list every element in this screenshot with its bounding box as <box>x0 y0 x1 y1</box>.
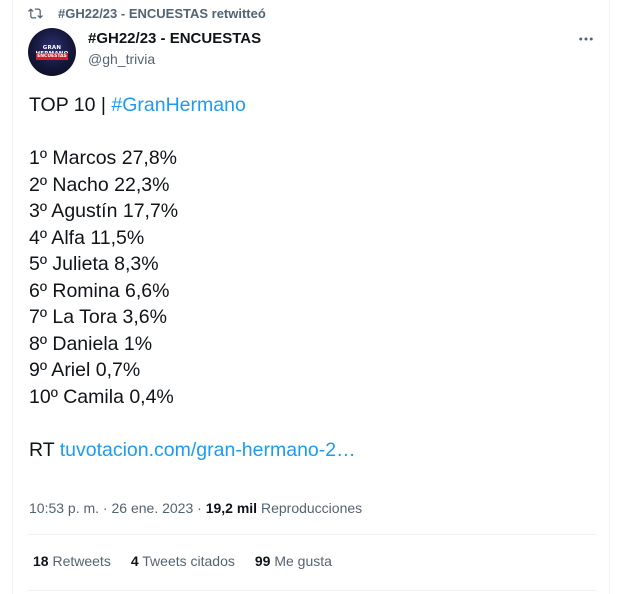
author-handle[interactable]: @gh_trivia <box>88 51 155 67</box>
ranking-item: 5º Julieta 8,3% <box>29 253 159 275</box>
ranking-item: 1º Marcos 27,8% <box>29 147 178 169</box>
views-label: Reproducciones <box>257 500 363 516</box>
ranking-item: 4º Alfa 11,5% <box>29 226 145 249</box>
divider <box>28 590 596 591</box>
likes-stat[interactable]: 99 Me gusta <box>255 553 332 569</box>
tweet-date[interactable]: 26 ene. 2023 <box>112 500 194 516</box>
ranking-item: 3º Agustín 17,7% <box>29 200 179 222</box>
tweet-title: TOP 10 | #GranHermano <box>29 92 599 119</box>
ranking-item: 9º Ariel 0,7% <box>29 359 141 381</box>
retweets-label: Retweets <box>48 553 111 569</box>
ranking-item: 10º Camila 0,4% <box>29 385 174 408</box>
tweet-stats: 18 Retweets 4 Tweets citados 99 Me gusta <box>33 553 332 569</box>
hashtag-link[interactable]: #GranHermano <box>111 94 245 116</box>
ranking-item: 7º La Tora 3,6% <box>29 306 167 328</box>
tweet-title-prefix: TOP 10 | <box>29 94 112 116</box>
retweet-banner[interactable]: #GH22/23 - ENCUESTAS retwitteó <box>26 4 266 22</box>
tweet-text: TOP 10 | #GranHermano 1º Marcos 27,8% 2º… <box>29 92 599 463</box>
divider <box>28 534 596 535</box>
more-options-icon[interactable] <box>575 30 597 48</box>
author-name[interactable]: #GH22/23 - ENCUESTAS <box>88 30 261 47</box>
ranking-item: 6º Romina 6,6% <box>29 279 170 302</box>
tweet-page: #GH22/23 - ENCUESTAS retwitteó GRAN HERM… <box>0 0 623 594</box>
quotes-label: Tweets citados <box>138 553 235 569</box>
retweets-count: 18 <box>33 553 49 569</box>
retweet-icon <box>26 4 44 22</box>
likes-count: 99 <box>254 553 271 569</box>
meta-separator: · <box>99 500 112 516</box>
avatar-logo-subtext: ENCUESTAS <box>36 53 68 60</box>
quotes-stat[interactable]: 4 Tweets citados <box>131 553 235 569</box>
quotes-count: 4 <box>130 553 139 569</box>
rt-prefix: RT <box>29 438 60 461</box>
likes-label: Me gusta <box>270 553 332 569</box>
ranking-item: 2º Nacho 22,3% <box>29 173 170 196</box>
avatar[interactable]: GRAN HERMANO ENCUESTAS <box>28 28 76 76</box>
retweet-banner-text: #GH22/23 - ENCUESTAS retwitteó <box>58 5 266 21</box>
tweet-meta: 10:53 p. m. · 26 ene. 2023 · 19,2 mil Re… <box>29 500 362 516</box>
views-count: 19,2 mil <box>205 500 258 516</box>
tweet-time[interactable]: 10:53 p. m. <box>29 500 99 516</box>
meta-separator: · <box>193 500 206 516</box>
retweets-stat[interactable]: 18 Retweets <box>33 553 111 569</box>
rt-link[interactable]: tuvotacion.com/gran-hermano-2… <box>60 439 356 461</box>
rt-line: RT tuvotacion.com/gran-hermano-2… <box>29 437 599 464</box>
ranking-item: 8º Daniela 1% <box>29 332 153 355</box>
